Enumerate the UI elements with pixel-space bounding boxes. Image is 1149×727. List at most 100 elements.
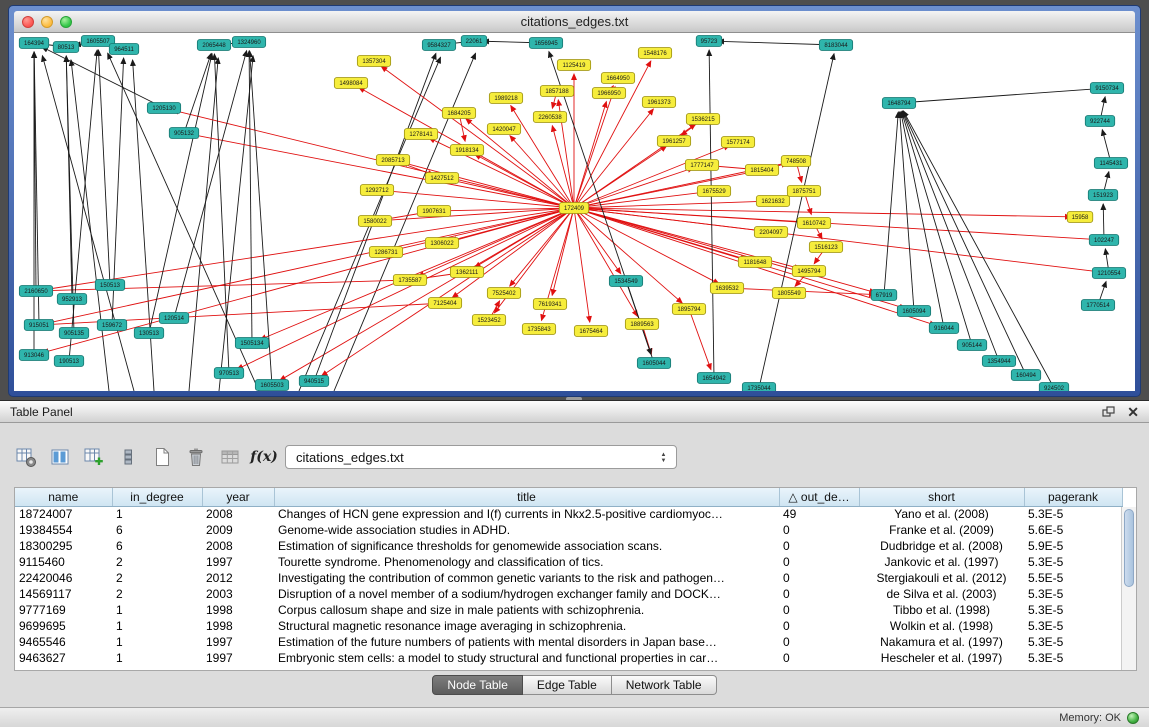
graph-edge[interactable] <box>250 51 272 385</box>
column-header-out_de[interactable]: △ out_de… <box>779 488 859 506</box>
graph-node[interactable]: 1735044 <box>742 383 775 392</box>
graph-edge[interactable] <box>189 58 218 391</box>
graph-node[interactable]: 1548176 <box>638 48 671 59</box>
graph-node[interactable]: 1306022 <box>425 238 458 249</box>
graph-node[interactable]: 1536215 <box>686 114 719 125</box>
cell-pagerank[interactable]: 5.3E-5 <box>1024 554 1122 570</box>
graph-node[interactable]: 1205130 <box>147 103 180 114</box>
cell-short[interactable]: Nakamura et al. (1997) <box>859 634 1024 650</box>
close-panel-icon[interactable]: ✕ <box>1127 405 1139 419</box>
graph-node[interactable]: 1621632 <box>756 196 789 207</box>
cell-pagerank[interactable]: 5.3E-5 <box>1024 506 1122 522</box>
delete-table-icon[interactable] <box>184 445 208 469</box>
graph-node[interactable]: 1675529 <box>697 186 730 197</box>
graph-node[interactable]: 1577174 <box>721 137 754 148</box>
graph-node[interactable]: 22061 <box>461 36 487 47</box>
graph-node[interactable]: 940515 <box>299 376 328 387</box>
graph-node[interactable]: 1961373 <box>642 97 675 108</box>
graph-node[interactable]: 964511 <box>109 44 138 55</box>
table-row[interactable]: 969969511998Structural magnetic resonanc… <box>15 618 1122 634</box>
cell-out_degree[interactable]: 0 <box>779 650 859 666</box>
cell-out_degree[interactable]: 0 <box>779 602 859 618</box>
graph-node[interactable]: 2260538 <box>533 112 566 123</box>
cell-in_degree[interactable]: 6 <box>112 538 202 554</box>
table-row[interactable]: 2242004622012Investigating the contribut… <box>15 570 1122 586</box>
graph-node[interactable]: 1735587 <box>393 275 426 286</box>
graph-node[interactable]: 1605044 <box>637 358 670 369</box>
column-header-short[interactable]: short <box>859 488 1024 506</box>
cell-out_degree[interactable]: 0 <box>779 586 859 602</box>
graph-edge[interactable] <box>626 281 651 354</box>
graph-node[interactable]: 1648794 <box>882 98 915 109</box>
graph-node[interactable]: 7619341 <box>533 299 566 310</box>
cell-year[interactable]: 1998 <box>202 602 274 618</box>
cell-title[interactable]: Tourette syndrome. Phenomenology and cla… <box>274 554 779 570</box>
graph-edge[interactable] <box>249 51 252 343</box>
graph-edge[interactable] <box>42 47 164 108</box>
graph-edge[interactable] <box>71 60 109 391</box>
cell-name[interactable]: 9699695 <box>15 618 112 634</box>
graph-edge[interactable] <box>718 41 836 45</box>
cell-year[interactable]: 2008 <box>202 506 274 522</box>
cell-pagerank[interactable]: 5.3E-5 <box>1024 650 1122 666</box>
graph-node[interactable]: 1324960 <box>232 37 265 48</box>
cell-name[interactable]: 14569117 <box>15 586 112 602</box>
cell-short[interactable]: Dudbridge et al. (2008) <box>859 538 1024 554</box>
table-options-icon[interactable] <box>14 445 38 469</box>
graph-node[interactable]: 1684205 <box>442 108 475 119</box>
graph-node[interactable]: 67919 <box>871 290 897 301</box>
cell-year[interactable]: 1997 <box>202 554 274 570</box>
graph-node[interactable]: 102247 <box>1089 235 1118 246</box>
graph-edge[interactable] <box>574 109 653 208</box>
graph-node[interactable]: 8183044 <box>819 40 852 51</box>
table-row[interactable]: 911546021997Tourette syndrome. Phenomeno… <box>15 554 1122 570</box>
graph-node[interactable]: 1516123 <box>809 242 842 253</box>
graph-node[interactable]: 7125404 <box>428 298 461 309</box>
graph-edge[interactable] <box>184 54 211 133</box>
graph-node[interactable]: 2065448 <box>197 40 230 51</box>
network-canvas[interactable]: 1857188198921816842051278141208571312927… <box>14 33 1135 391</box>
cell-in_degree[interactable]: 1 <box>112 634 202 650</box>
cell-title[interactable]: Estimation of the future numbers of pati… <box>274 634 779 650</box>
cell-name[interactable]: 9115460 <box>15 554 112 570</box>
graph-node[interactable]: 95723 <box>696 36 722 47</box>
graph-edge[interactable] <box>574 87 615 208</box>
cell-in_degree[interactable]: 1 <box>112 650 202 666</box>
graph-edge[interactable] <box>899 89 1098 103</box>
cell-title[interactable]: Investigating the contribution of common… <box>274 570 779 586</box>
tab-network-table[interactable]: Network Table <box>612 675 717 695</box>
graph-node[interactable]: 1989218 <box>489 93 522 104</box>
zoom-window-button[interactable] <box>60 16 72 28</box>
graph-edge[interactable] <box>260 208 574 340</box>
graph-node-hub[interactable]: 172409 <box>559 203 588 214</box>
graph-node[interactable]: 1354944 <box>982 356 1015 367</box>
cell-in_degree[interactable]: 1 <box>112 506 202 522</box>
graph-node[interactable]: 15958 <box>1067 212 1093 223</box>
graph-node[interactable]: 922744 <box>1085 116 1114 127</box>
graph-node[interactable]: 9150734 <box>1090 83 1123 94</box>
tab-node-table[interactable]: Node Table <box>432 675 523 695</box>
cell-name[interactable]: 18724007 <box>15 506 112 522</box>
graph-node[interactable]: 905144 <box>957 340 986 351</box>
table-row[interactable]: 1872400712008Changes of HCN gene express… <box>15 506 1122 522</box>
graph-node[interactable]: 1735843 <box>522 324 555 335</box>
float-panel-icon[interactable] <box>1102 406 1115 418</box>
network-window-titlebar[interactable]: citations_edges.txt <box>14 11 1135 33</box>
column-header-year[interactable]: year <box>202 488 274 506</box>
cell-in_degree[interactable]: 2 <box>112 570 202 586</box>
graph-node[interactable]: 9584327 <box>422 40 455 51</box>
graph-node[interactable]: 164394 <box>19 38 48 49</box>
graph-node[interactable]: 120514 <box>159 313 188 324</box>
graph-node[interactable]: 2160650 <box>19 286 52 297</box>
cell-in_degree[interactable]: 2 <box>112 554 202 570</box>
graph-node[interactable]: 915051 <box>24 320 53 331</box>
graph-node[interactable]: 130513 <box>134 328 163 339</box>
graph-node[interactable]: 1895794 <box>672 304 705 315</box>
cell-out_degree[interactable]: 0 <box>779 570 859 586</box>
tab-edge-table[interactable]: Edge Table <box>523 675 612 695</box>
graph-node[interactable]: 1918134 <box>450 145 483 156</box>
graph-node[interactable]: 1286731 <box>369 247 402 258</box>
cell-title[interactable]: Embryonic stem cells: a model to study s… <box>274 650 779 666</box>
cell-name[interactable]: 19384554 <box>15 522 112 538</box>
graph-node[interactable]: 1961257 <box>657 136 690 147</box>
